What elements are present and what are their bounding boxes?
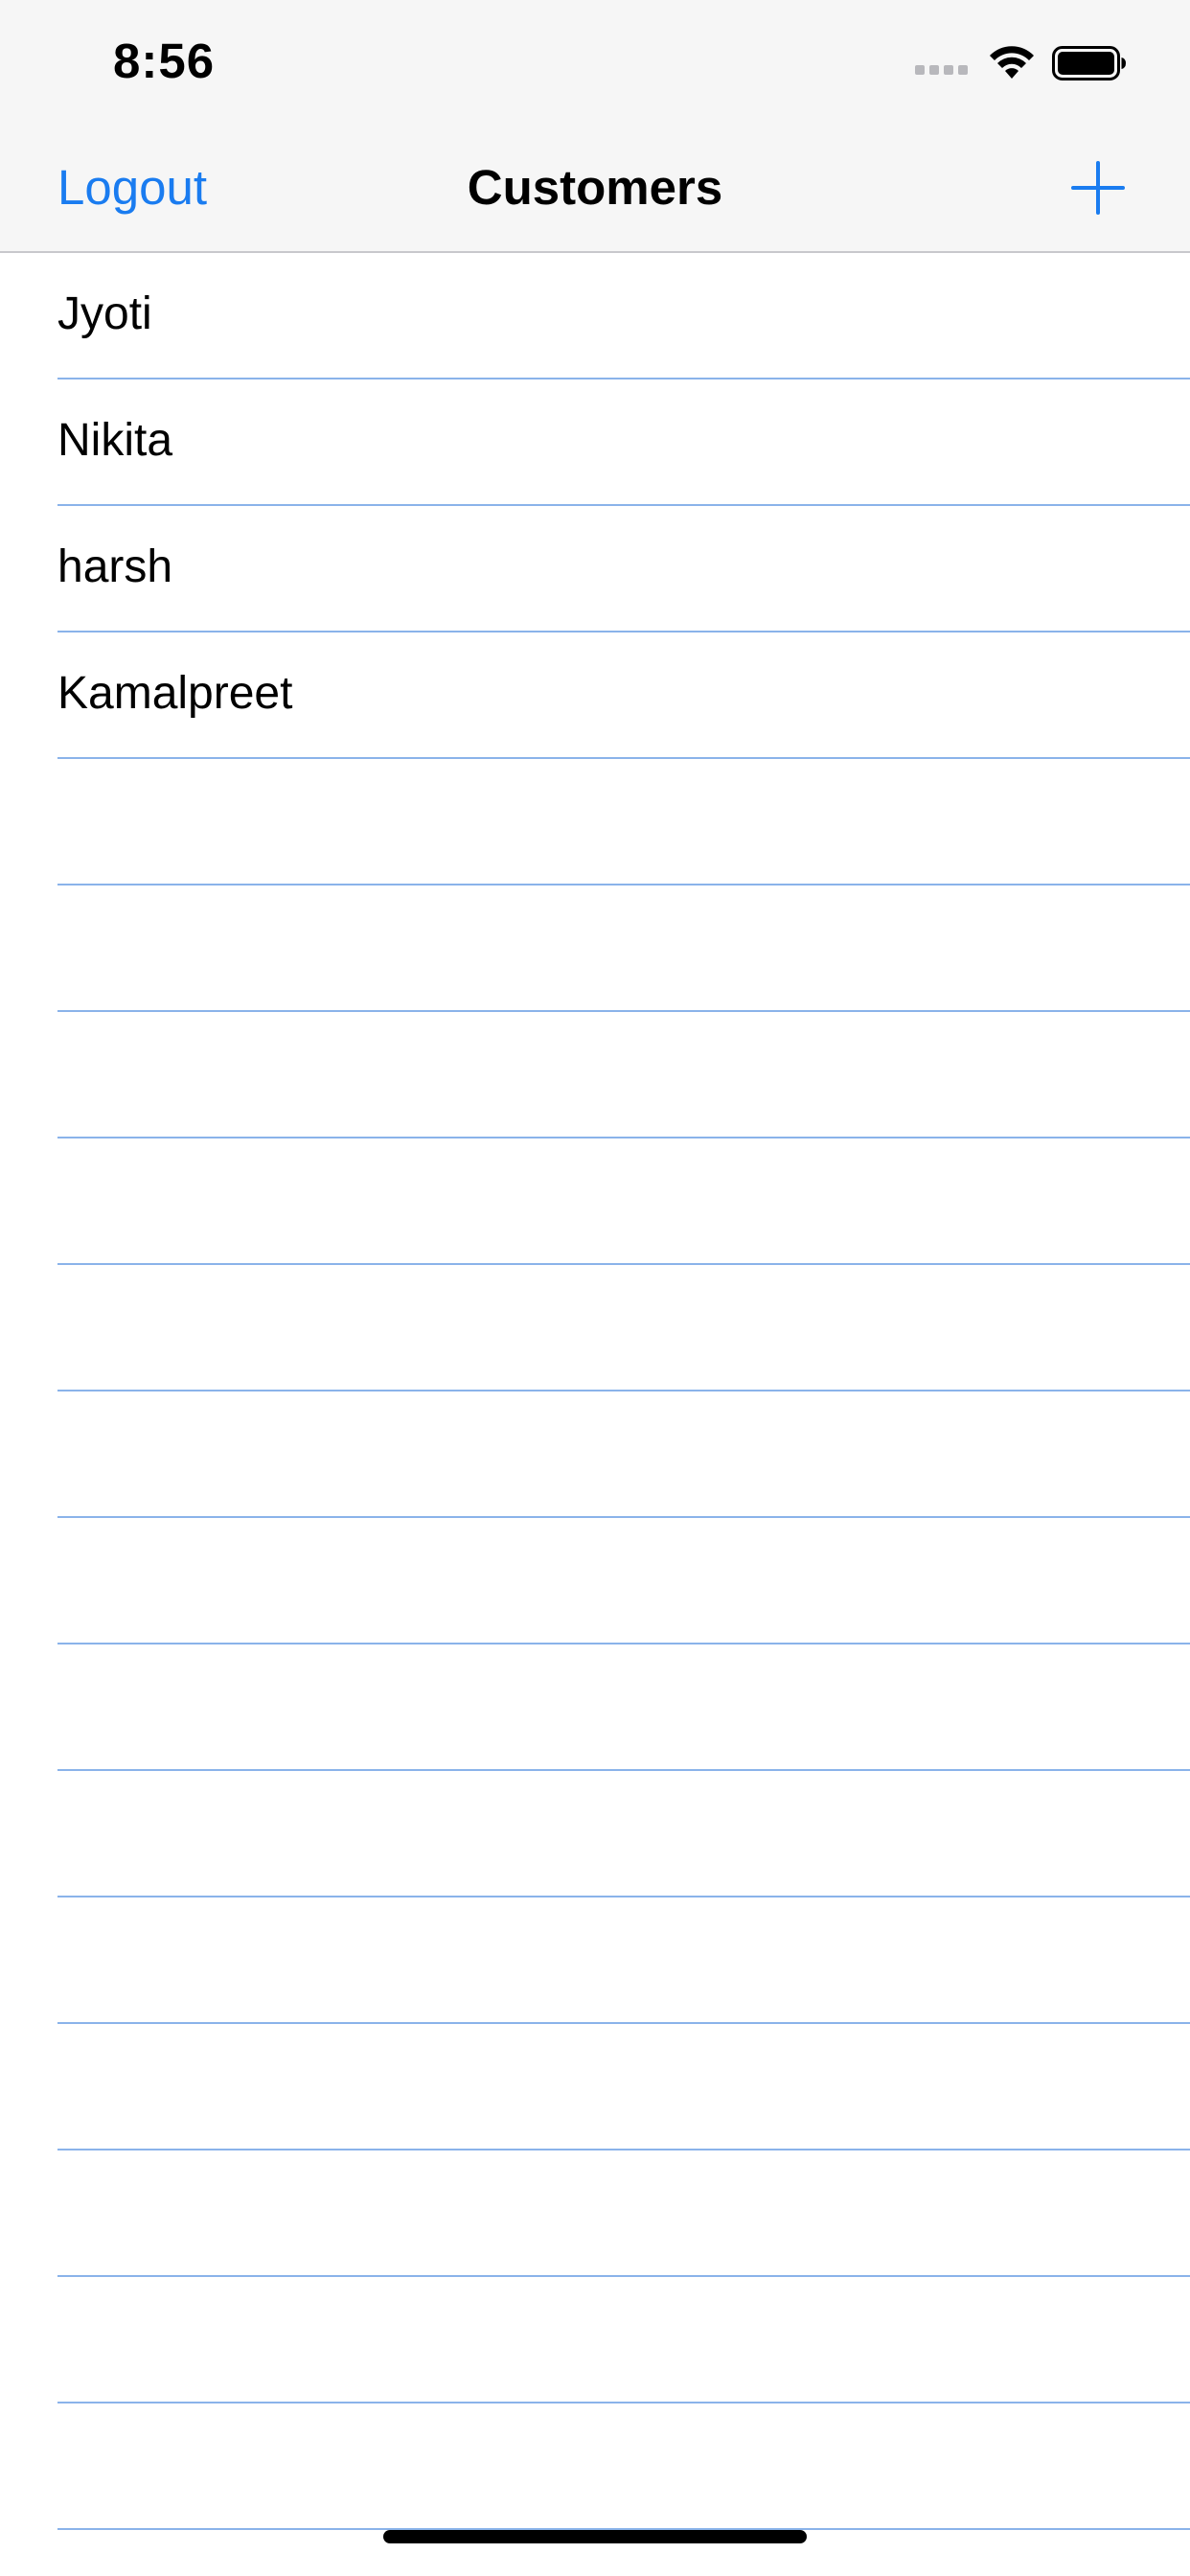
empty-row [0, 759, 1190, 886]
logout-button[interactable]: Logout [57, 159, 207, 216]
cellular-signal-icon [915, 52, 968, 75]
empty-row [0, 1518, 1190, 1644]
list-item[interactable]: Jyoti [0, 253, 1190, 380]
customer-list: Jyoti Nikita harsh Kamalpreet [0, 253, 1190, 2530]
empty-row [0, 1138, 1190, 1265]
status-indicators [915, 42, 1127, 84]
screen: 8:56 Logout Customers Jyoti Nikita harsh… [0, 0, 1190, 2576]
navigation-bar: 8:56 Logout Customers [0, 0, 1190, 253]
empty-row [0, 2404, 1190, 2530]
plus-icon[interactable] [1071, 161, 1125, 215]
status-time: 8:56 [113, 34, 216, 88]
empty-row [0, 1265, 1190, 1392]
empty-row [0, 2150, 1190, 2277]
empty-row [0, 1392, 1190, 1518]
list-item[interactable]: Kamalpreet [0, 632, 1190, 759]
empty-row [0, 2024, 1190, 2150]
customer-name: Nikita [57, 415, 173, 466]
empty-row [0, 1898, 1190, 2024]
list-item[interactable]: harsh [0, 506, 1190, 632]
empty-row [0, 886, 1190, 1012]
customer-name: Kamalpreet [57, 668, 293, 719]
customer-name: Jyoti [57, 288, 152, 339]
empty-row [0, 1771, 1190, 1898]
empty-row [0, 1644, 1190, 1771]
list-item[interactable]: Nikita [0, 380, 1190, 506]
home-indicator [383, 2530, 807, 2543]
wifi-icon [990, 46, 1034, 79]
empty-row [0, 1012, 1190, 1138]
customer-name: harsh [57, 541, 173, 592]
empty-row [0, 2277, 1190, 2404]
battery-icon [1052, 46, 1126, 80]
